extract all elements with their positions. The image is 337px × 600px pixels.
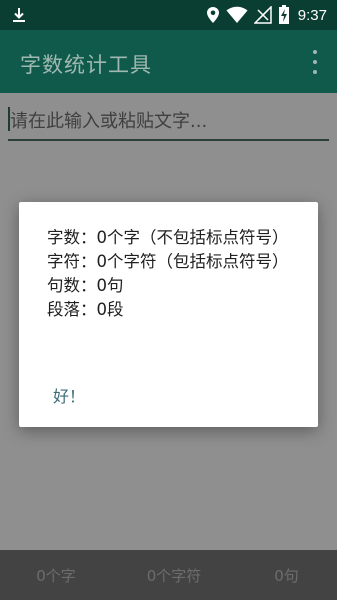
word-count-stat: 0个字 [36, 566, 76, 585]
location-icon [206, 7, 219, 23]
status-icons: 9:37 [206, 0, 327, 30]
menu-dot [313, 70, 317, 74]
char-count-line: 字符：0个字符（包括标点符号） [47, 252, 289, 271]
menu-dot [313, 60, 317, 64]
bottom-stats-bar: 0个字 0个字符 0句 [0, 550, 337, 600]
sentence-count-stat: 0句 [274, 566, 299, 585]
sentence-count-line: 句数：0句 [47, 276, 124, 295]
dialog-message: 字数：0个字（不包括标点符号） 字符：0个字符（包括标点符号） 句数：0句 段落… [47, 226, 297, 322]
paragraph-count-line: 段落：0段 [47, 300, 124, 319]
app-title: 字数统计工具 [20, 53, 152, 77]
signal-icon [253, 6, 272, 24]
character-count-stat: 0个字符 [146, 566, 202, 585]
wifi-icon [226, 6, 248, 23]
more-vert-icon[interactable] [305, 50, 325, 74]
word-count-line: 字数：0个字（不包括标点符号） [47, 228, 289, 247]
clock: 9:37 [297, 6, 327, 24]
download-icon [13, 8, 25, 22]
text-input[interactable] [8, 103, 329, 141]
menu-dot [313, 50, 317, 54]
text-cursor [8, 107, 10, 131]
status-bar: 9:37 [0, 0, 337, 30]
result-dialog: 字数：0个字（不包括标点符号） 字符：0个字符（包括标点符号） 句数：0句 段落… [19, 202, 318, 427]
ok-button[interactable]: 好！ [43, 380, 95, 410]
battery-charging-icon [278, 5, 289, 24]
app-bar: 字数统计工具 [0, 30, 337, 93]
